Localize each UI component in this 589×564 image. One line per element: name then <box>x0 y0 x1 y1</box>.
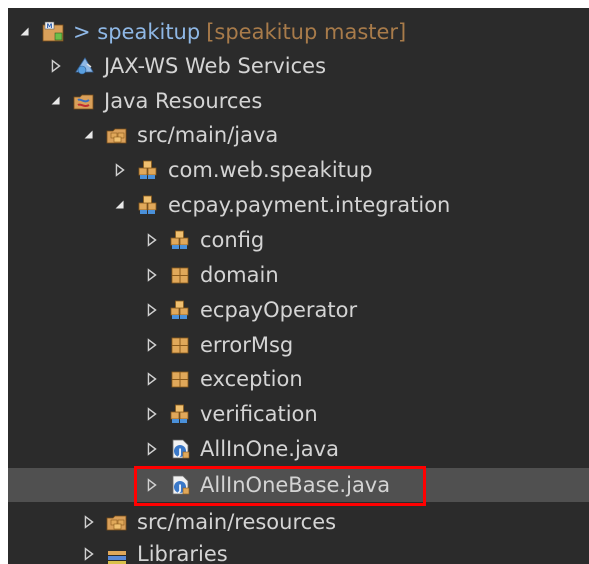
triangle-right-icon[interactable] <box>143 370 161 388</box>
tree-item-label: domain <box>200 263 279 287</box>
tree-item-label: config <box>200 228 265 252</box>
java-resources-icon <box>73 90 95 112</box>
triangle-down-icon[interactable] <box>111 196 129 214</box>
tree-item-jaxws[interactable]: JAX-WS Web Services <box>8 49 589 83</box>
tree-item-label: JAX-WS Web Services <box>104 54 327 78</box>
tree-item-allinone-java[interactable]: AllInOne.java <box>8 432 589 466</box>
triangle-right-icon[interactable] <box>143 301 161 319</box>
tree-item-exception[interactable]: exception <box>8 362 589 396</box>
package-icon <box>169 403 191 425</box>
tree-item-src-main-resources[interactable]: src/main/resources <box>8 505 589 539</box>
tree-item-libraries[interactable]: Libraries <box>8 537 589 564</box>
tree-item-java-resources[interactable]: Java Resources <box>8 84 589 118</box>
package-icon <box>137 159 159 181</box>
java-file-icon <box>169 438 191 460</box>
triangle-right-icon[interactable] <box>143 231 161 249</box>
tree-item-pkg-web[interactable]: com.web.speakitup <box>8 153 589 187</box>
triangle-down-icon[interactable] <box>80 126 98 144</box>
webservice-icon <box>73 55 95 77</box>
package-icon <box>169 299 191 321</box>
triangle-right-icon[interactable] <box>143 440 161 458</box>
project-label: > speakitup <box>73 20 201 44</box>
tree-item-label: errorMsg <box>200 333 294 357</box>
library-icon <box>106 543 128 564</box>
empty-package-icon <box>169 264 191 286</box>
triangle-down-icon[interactable] <box>16 23 34 41</box>
triangle-right-icon[interactable] <box>143 336 161 354</box>
tree-item-label: AllInOne.java <box>200 437 339 461</box>
empty-package-icon <box>169 368 191 390</box>
tree-item-label: verification <box>200 402 318 426</box>
package-icon <box>137 194 159 216</box>
tree-item-verification[interactable]: verification <box>8 397 589 431</box>
tree-item-label: Java Resources <box>104 89 263 113</box>
tree-item-label: com.web.speakitup <box>168 158 373 182</box>
tree-item-ecpay-operator[interactable]: ecpayOperator <box>8 293 589 327</box>
tree-item-pkg-ecpay[interactable]: ecpay.payment.integration <box>8 188 589 222</box>
branch-label: [speakitup master] <box>206 20 407 44</box>
project-icon <box>42 21 64 43</box>
tree-item-label: src/main/java <box>137 123 279 147</box>
triangle-right-icon[interactable] <box>80 545 98 563</box>
tree-item-label: ecpayOperator <box>200 298 358 322</box>
triangle-right-icon[interactable] <box>47 57 65 75</box>
triangle-right-icon[interactable] <box>111 161 129 179</box>
tree-item-config[interactable]: config <box>8 223 589 257</box>
triangle-right-icon[interactable] <box>143 476 161 494</box>
tree-item-allinonebase-java[interactable]: AllInOneBase.java <box>8 468 589 502</box>
source-folder-icon <box>106 124 128 146</box>
package-icon <box>169 229 191 251</box>
tree-item-src-main-java[interactable]: src/main/java <box>8 118 589 152</box>
tree-item-domain[interactable]: domain <box>8 258 589 292</box>
tree-item-label: src/main/resources <box>137 510 337 534</box>
triangle-down-icon[interactable] <box>47 92 65 110</box>
empty-package-icon <box>169 334 191 356</box>
triangle-right-icon[interactable] <box>80 513 98 531</box>
tree-item-label: AllInOneBase.java <box>200 473 391 497</box>
project-explorer-tree: > speakitup [speakitup master] JAX-WS We… <box>8 8 589 564</box>
tree-item-label: ecpay.payment.integration <box>168 193 451 217</box>
triangle-right-icon[interactable] <box>143 405 161 423</box>
tree-item-label: Libraries <box>137 542 228 564</box>
source-folder-icon <box>106 511 128 533</box>
triangle-right-icon[interactable] <box>143 266 161 284</box>
tree-item-project[interactable]: > speakitup [speakitup master] <box>8 15 589 49</box>
tree-item-error-msg[interactable]: errorMsg <box>8 328 589 362</box>
java-file-icon <box>169 474 191 496</box>
tree-item-label: exception <box>200 367 303 391</box>
